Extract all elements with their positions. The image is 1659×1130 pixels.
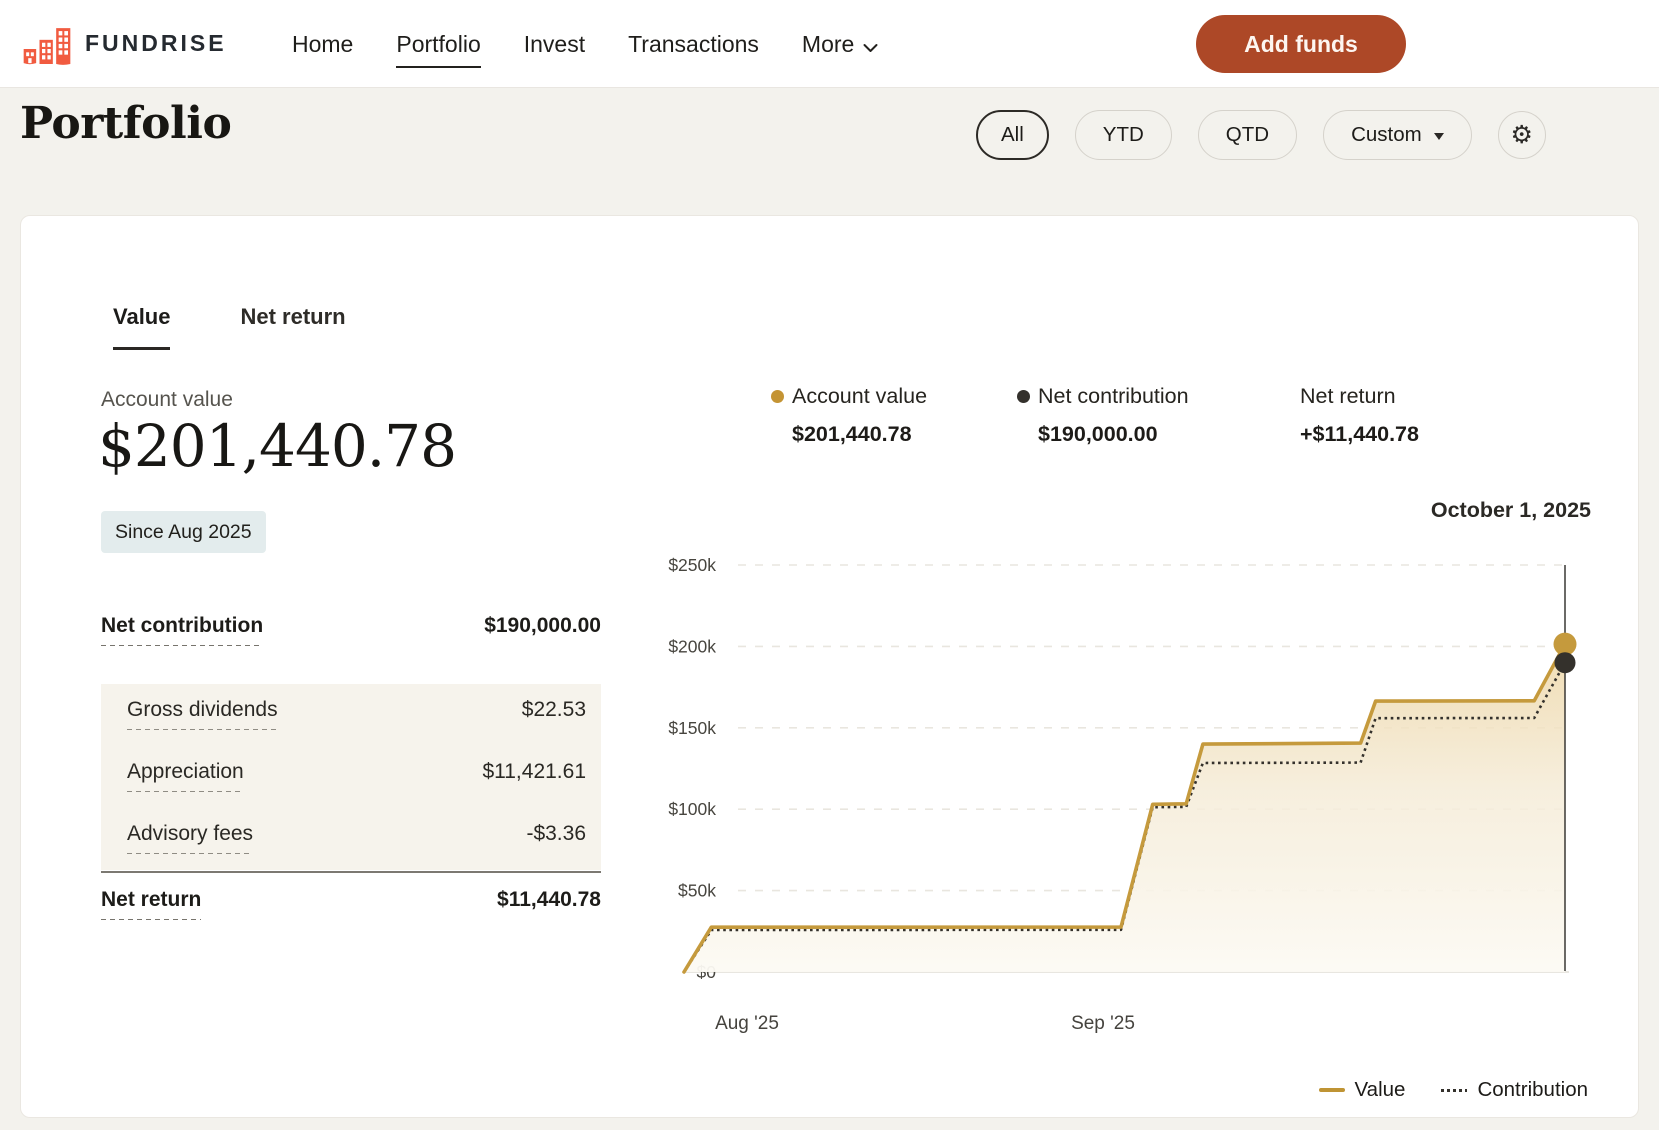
svg-text:$50k: $50k	[678, 881, 716, 901]
net-contribution-dot-icon	[1017, 390, 1030, 403]
filter-qtd[interactable]: QTD	[1198, 110, 1297, 160]
nav-item-more[interactable]: More	[802, 29, 878, 59]
legend-item-contribution: Contribution	[1441, 1078, 1588, 1102]
portfolio-card: Value Net return Account value $201,440.…	[20, 215, 1639, 1118]
appreciation-label[interactable]: Appreciation	[127, 760, 244, 792]
legend-net-return: Net return +$11,440.78	[1300, 384, 1419, 447]
nav-item-portfolio[interactable]: Portfolio	[396, 31, 480, 58]
net-return-row: Net return $11,440.78	[101, 888, 601, 920]
net-return-label[interactable]: Net return	[101, 888, 201, 920]
svg-text:Sep '25: Sep '25	[1071, 1013, 1135, 1034]
net-contribution-label[interactable]: Net contribution	[101, 614, 263, 646]
time-range-filters: All YTD QTD Custom ⚙	[976, 110, 1546, 160]
svg-text:$250k: $250k	[668, 555, 716, 575]
legend-account-value-amount: $201,440.78	[792, 422, 927, 447]
nav-item-home[interactable]: Home	[292, 31, 353, 58]
tab-value[interactable]: Value	[113, 304, 170, 350]
appreciation-value: $11,421.61	[482, 760, 586, 784]
buildings-logo-icon	[22, 21, 72, 67]
svg-text:October 1, 2025: October 1, 2025	[1431, 498, 1591, 522]
tab-net-return[interactable]: Net return	[240, 304, 345, 350]
advisory-fees-row: Advisory fees -$3.36	[127, 822, 586, 854]
chart-tabs: Value Net return	[113, 304, 346, 350]
since-badge: Since Aug 2025	[101, 511, 266, 553]
chart-svg: $0$50k$100k$150k$200k$250kAug '25Sep '25…	[621, 481, 1631, 1051]
nav-links: Home Portfolio Invest Transactions More	[292, 0, 878, 88]
net-return-value: $11,440.78	[497, 888, 601, 912]
chart-bottom-legend: Value Contribution	[1319, 1078, 1588, 1102]
value-line-sample-icon	[1319, 1088, 1345, 1093]
svg-text:Aug '25: Aug '25	[715, 1013, 779, 1034]
top-navigation: FUNDRISE Home Portfolio Invest Transacti…	[0, 0, 1659, 88]
gear-icon: ⚙	[1511, 120, 1533, 150]
brand-name: FUNDRISE	[85, 30, 227, 57]
chevron-down-icon	[863, 32, 878, 59]
net-contribution-row: Net contribution $190,000.00	[101, 614, 601, 646]
svg-text:$200k: $200k	[668, 636, 716, 656]
svg-text:$100k: $100k	[668, 799, 716, 819]
settings-button[interactable]: ⚙	[1498, 111, 1546, 159]
portfolio-page: FUNDRISE Home Portfolio Invest Transacti…	[0, 0, 1659, 1130]
fundrise-logo[interactable]: FUNDRISE	[22, 21, 227, 67]
page-title: Portfolio	[20, 98, 231, 149]
advisory-fees-value: -$3.36	[526, 822, 586, 846]
account-value-dot-icon	[771, 390, 784, 403]
caret-down-icon	[1434, 133, 1444, 140]
legend-net-contribution-label: Net contribution	[1038, 384, 1189, 409]
net-contribution-value: $190,000.00	[484, 614, 601, 638]
legend-net-return-amount: +$11,440.78	[1300, 422, 1419, 447]
legend-account-value: Account value $201,440.78	[771, 384, 927, 447]
nav-item-invest[interactable]: Invest	[524, 31, 585, 58]
advisory-fees-label[interactable]: Advisory fees	[127, 822, 253, 854]
appreciation-row: Appreciation $11,421.61	[127, 760, 586, 792]
legend-net-return-label: Net return	[1300, 384, 1396, 409]
add-funds-button[interactable]: Add funds	[1196, 15, 1406, 73]
account-value-label: Account value	[101, 388, 233, 412]
nav-item-transactions[interactable]: Transactions	[628, 31, 759, 58]
gross-dividends-row: Gross dividends $22.53	[127, 698, 586, 730]
account-value-amount: $201,440.78	[98, 412, 456, 480]
legend-net-contribution: Net contribution $190,000.00	[1017, 384, 1189, 447]
legend-value-label: Value	[1355, 1078, 1406, 1102]
svg-text:$150k: $150k	[668, 718, 716, 738]
filter-ytd[interactable]: YTD	[1075, 110, 1172, 160]
account-value-chart[interactable]: $0$50k$100k$150k$200k$250kAug '25Sep '25…	[621, 481, 1631, 1051]
legend-net-contribution-amount: $190,000.00	[1038, 422, 1189, 447]
legend-contribution-label: Contribution	[1477, 1078, 1588, 1102]
legend-item-value: Value	[1319, 1078, 1406, 1102]
gross-dividends-label[interactable]: Gross dividends	[127, 698, 278, 730]
breakdown-box: Gross dividends $22.53 Appreciation $11,…	[101, 684, 601, 870]
legend-account-value-label: Account value	[792, 384, 927, 409]
gross-dividends-value: $22.53	[522, 698, 586, 722]
table-divider	[101, 871, 601, 873]
filter-all[interactable]: All	[976, 110, 1049, 160]
contribution-line-sample-icon	[1441, 1089, 1467, 1092]
filter-custom[interactable]: Custom	[1323, 110, 1472, 160]
